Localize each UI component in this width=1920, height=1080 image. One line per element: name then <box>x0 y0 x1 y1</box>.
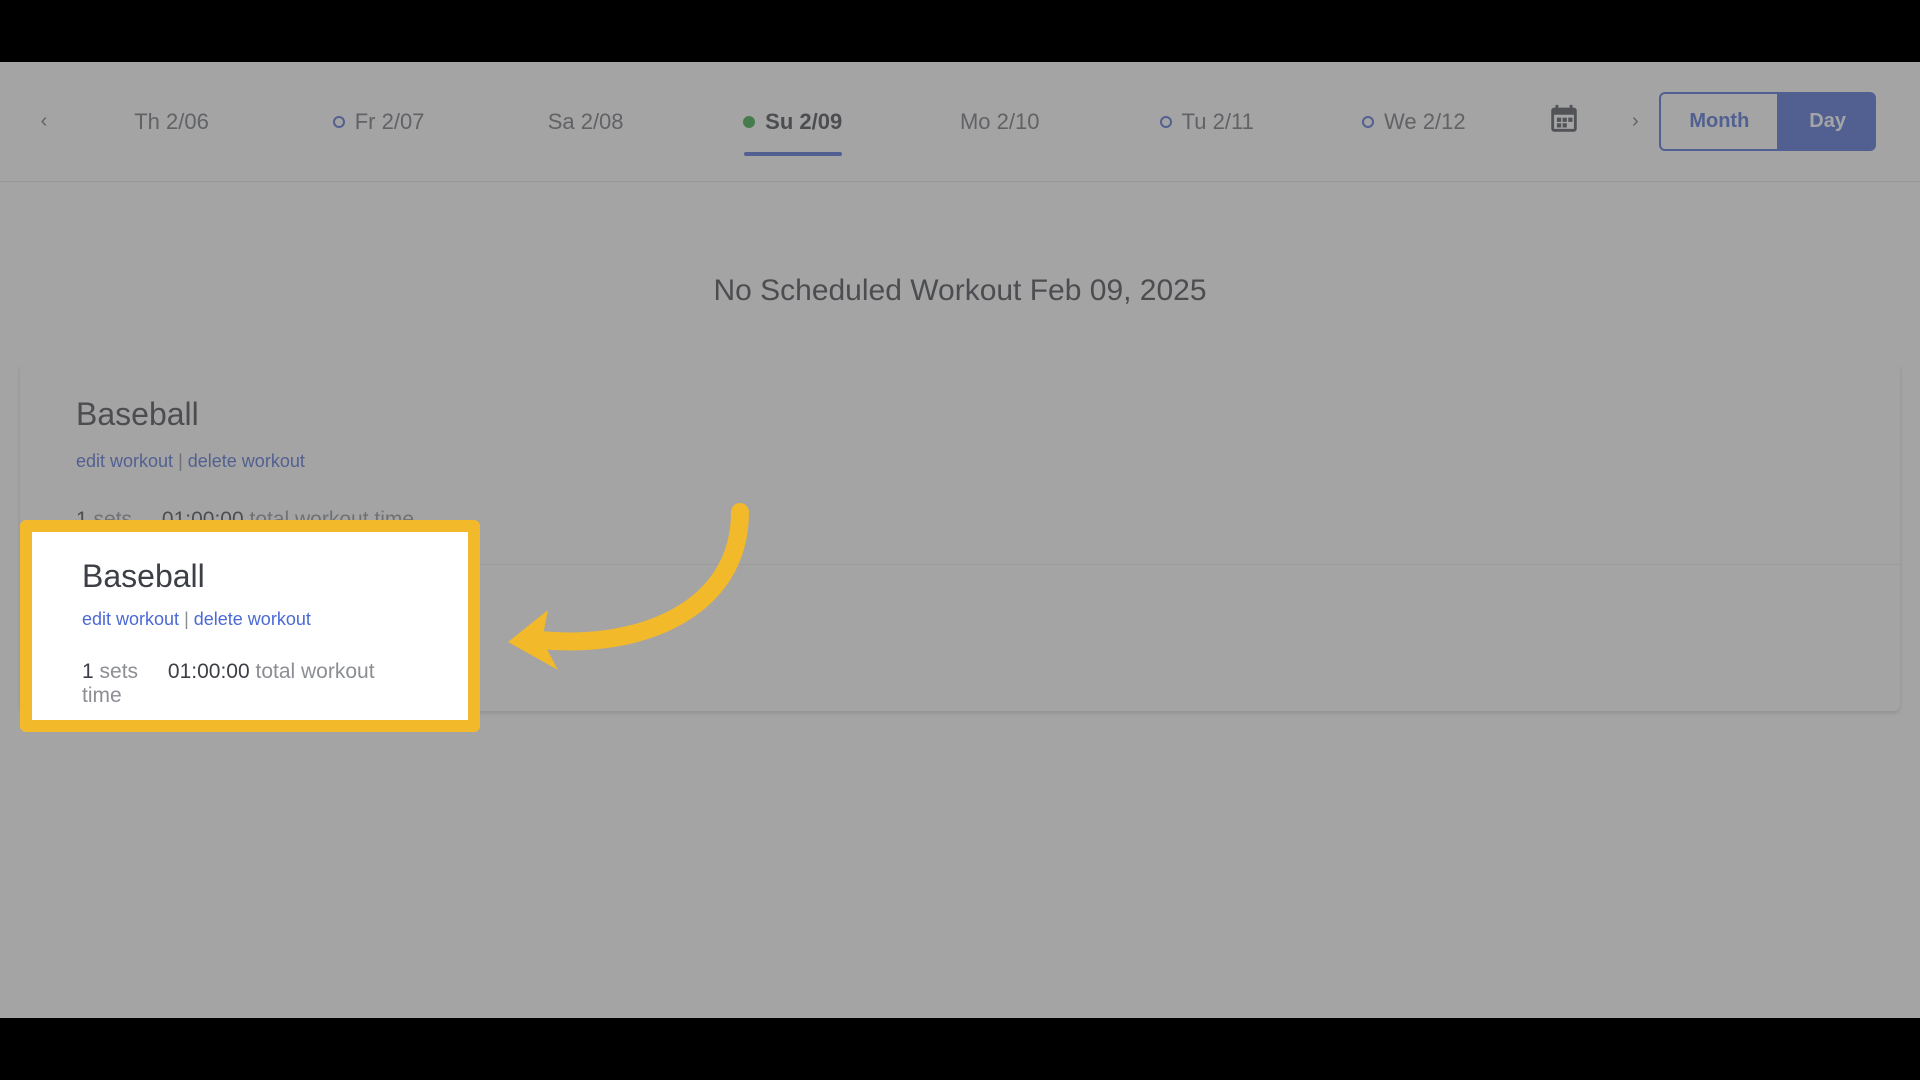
day-tab[interactable]: Mo 2/10 <box>896 94 1103 150</box>
workout-title: Baseball <box>76 396 1844 433</box>
day-tab[interactable]: Th 2/06 <box>68 94 275 150</box>
sets-label: sets <box>100 660 139 683</box>
day-tab-label: We 2/12 <box>1384 109 1466 135</box>
open-calendar-button[interactable] <box>1547 102 1581 141</box>
workout-stats: 1 sets 01:00:00 total workout time <box>82 660 418 708</box>
workout-title: Baseball <box>82 558 418 595</box>
view-toggle: Month Day <box>1659 92 1876 151</box>
chevron-left-icon: ‹ <box>41 110 48 132</box>
status-dot-planned-icon <box>1160 116 1172 128</box>
delete-workout-link[interactable]: delete workout <box>188 451 305 471</box>
calendar-icon <box>1547 102 1581 136</box>
highlight-callout: Baseball edit workout | delete workout 1… <box>20 520 480 732</box>
day-navigator: ‹ Th 2/06 Fr 2/07 Sa 2/08 Su 2/09 Mo 2/10 Tu … <box>0 62 1920 182</box>
action-separator: | <box>178 451 188 471</box>
prev-week-button[interactable]: ‹ <box>20 110 68 133</box>
view-month-button[interactable]: Month <box>1659 92 1779 151</box>
status-dot-planned-icon <box>333 116 345 128</box>
delete-workout-link[interactable]: delete workout <box>194 609 311 629</box>
day-tab[interactable]: Tu 2/11 <box>1103 94 1310 150</box>
workout-duration: 01:00:00 <box>168 660 250 683</box>
day-list: Th 2/06 Fr 2/07 Sa 2/08 Su 2/09 Mo 2/10 Tu 2/… <box>68 94 1517 150</box>
workout-summary-highlight: Baseball edit workout | delete workout 1… <box>32 532 468 732</box>
day-tab[interactable]: Su 2/09 <box>689 94 896 150</box>
workout-actions: edit workout | delete workout <box>76 451 1844 472</box>
no-workout-headline: No Scheduled Workout Feb 09, 2025 <box>0 274 1920 308</box>
sets-count: 1 <box>82 660 94 683</box>
chevron-right-icon: › <box>1632 110 1639 132</box>
day-tab[interactable]: Sa 2/08 <box>482 94 689 150</box>
workout-actions: edit workout | delete workout <box>82 609 418 630</box>
status-dot-planned-icon <box>1362 116 1374 128</box>
day-tab-label: Mo 2/10 <box>960 109 1040 135</box>
day-tab-label: Th 2/06 <box>134 109 209 135</box>
day-tab-label: Tu 2/11 <box>1182 109 1254 135</box>
day-tab[interactable]: Fr 2/07 <box>275 94 482 150</box>
edit-workout-link[interactable]: edit workout <box>82 609 179 629</box>
next-week-button[interactable]: › <box>1611 110 1659 133</box>
day-tab-label: Fr 2/07 <box>355 109 425 135</box>
action-separator: | <box>184 609 194 629</box>
day-tab[interactable]: We 2/12 <box>1310 94 1517 150</box>
day-tab-label: Sa 2/08 <box>548 109 624 135</box>
edit-workout-link[interactable]: edit workout <box>76 451 173 471</box>
day-tab-label: Su 2/09 <box>765 109 842 135</box>
view-day-button[interactable]: Day <box>1779 92 1876 151</box>
status-dot-complete-icon <box>743 116 755 128</box>
